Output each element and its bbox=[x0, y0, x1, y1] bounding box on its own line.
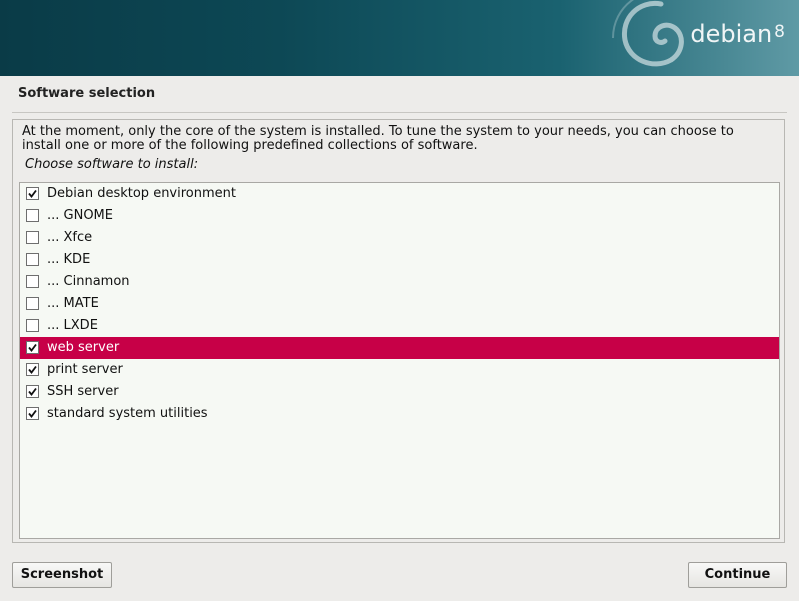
task-label: ... MATE bbox=[47, 296, 99, 311]
task-label: ... Cinnamon bbox=[47, 274, 130, 289]
installer-banner: debian 8 bbox=[0, 0, 799, 76]
page-title: Software selection bbox=[18, 86, 156, 101]
task-checkbox[interactable] bbox=[26, 340, 39, 354]
task-row[interactable]: ... LXDE bbox=[20, 315, 779, 337]
task-label: ... Xfce bbox=[47, 230, 93, 245]
task-row[interactable]: ... Xfce bbox=[20, 227, 779, 249]
checkmark-icon bbox=[28, 343, 37, 352]
prompt-label: Choose software to install: bbox=[25, 157, 199, 172]
task-label: ... LXDE bbox=[47, 318, 98, 333]
task-checkbox[interactable] bbox=[26, 362, 39, 376]
task-checkbox[interactable] bbox=[26, 296, 39, 310]
logo-brand: debian bbox=[690, 20, 773, 48]
task-checkbox[interactable] bbox=[26, 274, 39, 288]
task-checkbox[interactable] bbox=[26, 208, 39, 222]
task-label: standard system utilities bbox=[47, 406, 208, 421]
checkmark-icon bbox=[28, 189, 37, 198]
logo-version: 8 bbox=[774, 22, 785, 42]
task-checkbox[interactable] bbox=[26, 252, 39, 266]
task-row[interactable]: ... GNOME bbox=[20, 205, 779, 227]
task-checkbox[interactable] bbox=[26, 186, 39, 200]
task-label: ... KDE bbox=[47, 252, 91, 267]
task-row[interactable]: SSH server bbox=[20, 381, 779, 403]
debian-swirl-icon bbox=[612, 0, 684, 67]
task-label: SSH server bbox=[47, 384, 119, 399]
checkmark-icon bbox=[28, 387, 37, 396]
intro-text: At the moment, only the core of the syst… bbox=[22, 124, 734, 153]
task-label: print server bbox=[47, 362, 123, 377]
task-row[interactable]: ... KDE bbox=[20, 249, 779, 271]
continue-button[interactable]: Continue bbox=[688, 562, 787, 588]
task-label: web server bbox=[47, 340, 120, 355]
debian-logo: debian 8 bbox=[690, 20, 785, 48]
task-checkbox[interactable] bbox=[26, 384, 39, 398]
software-task-list[interactable]: Debian desktop environment ... GNOME ... X… bbox=[19, 182, 780, 539]
task-checkbox[interactable] bbox=[26, 318, 39, 332]
task-row[interactable]: web server bbox=[20, 337, 779, 359]
task-row[interactable]: Debian desktop environment bbox=[20, 183, 779, 205]
task-row[interactable]: standard system utilities bbox=[20, 403, 779, 425]
title-divider bbox=[12, 112, 787, 113]
checkmark-icon bbox=[28, 365, 37, 374]
task-checkbox[interactable] bbox=[26, 230, 39, 244]
screenshot-button[interactable]: Screenshot bbox=[12, 562, 112, 588]
task-row[interactable]: print server bbox=[20, 359, 779, 381]
task-row[interactable]: ... Cinnamon bbox=[20, 271, 779, 293]
task-label: ... GNOME bbox=[47, 208, 113, 223]
task-row[interactable]: ... MATE bbox=[20, 293, 779, 315]
task-label: Debian desktop environment bbox=[47, 186, 236, 201]
task-checkbox[interactable] bbox=[26, 406, 39, 420]
checkmark-icon bbox=[28, 409, 37, 418]
